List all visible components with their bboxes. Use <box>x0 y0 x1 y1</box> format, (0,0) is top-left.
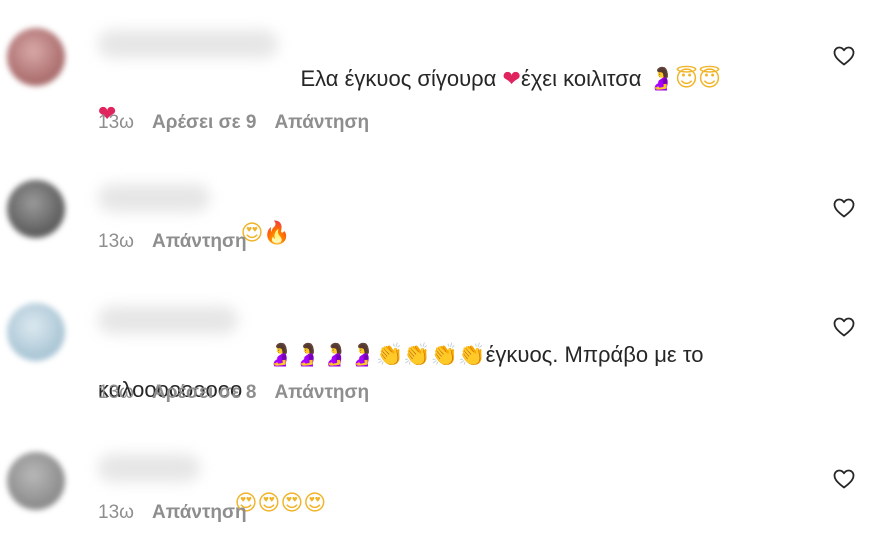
fire-icon: 🔥 <box>263 221 291 246</box>
likes-count-link[interactable]: Αρέσει σε 8 <box>152 382 256 403</box>
smiling-halo-face-icon: 😇 <box>697 67 721 92</box>
heart-outline-icon[interactable] <box>832 467 856 491</box>
heart-outline-icon[interactable] <box>832 196 856 220</box>
smiling-halo-face-icon: 😇 <box>675 67 698 92</box>
avatar[interactable] <box>7 303 65 361</box>
comment-meta: 13ω Απάντηση <box>98 502 265 524</box>
reply-button[interactable]: Απάντηση <box>274 112 369 133</box>
comment-time: 13ω <box>98 231 134 252</box>
comment-meta: 13ω Αρέσει σε 9 Απάντηση <box>98 112 387 134</box>
red-heart-icon: ❤ <box>502 67 521 92</box>
pregnant-woman-icon: 🤰 <box>647 67 676 92</box>
comment-text: Ελα έγκυος σίγουρα ❤έχει κοιλιτσα 🤰😇😇 ❤ <box>98 28 798 166</box>
reply-button[interactable]: Απάντηση <box>152 231 247 252</box>
heart-outline-icon[interactable] <box>832 315 856 339</box>
comment-1: Ελα έγκυος σίγουρα ❤έχει κοιλιτσα 🤰😇😇 ❤ 1… <box>0 0 880 150</box>
comment-time: 13ω <box>98 502 134 523</box>
comment-meta: 13ω Απάντηση <box>98 231 265 253</box>
comment-text-part: έχει κοιλιτσα <box>520 66 648 91</box>
heart-outline-icon[interactable] <box>832 44 856 68</box>
reply-button[interactable]: Απάντηση <box>152 502 247 523</box>
pregnant-woman-icon: 🤰🤰🤰🤰 <box>266 343 377 368</box>
comment-4: 😍😍😍😍 13ω Απάντηση <box>0 420 880 544</box>
comment-2: 😍🔥 13ω Απάντηση <box>0 150 880 270</box>
likes-count-link[interactable]: Αρέσει σε 9 <box>152 112 256 133</box>
reply-button[interactable]: Απάντηση <box>274 382 369 403</box>
comment-time: 13ω <box>98 112 134 133</box>
comment-time: 13ω <box>98 382 134 403</box>
comment-3: 🤰🤰🤰🤰👏👏👏👏έγκυος. Μπράβο με το καλοοοοοοοοο… <box>0 270 880 420</box>
avatar[interactable] <box>7 452 65 510</box>
clapping-hands-icon: 👏👏👏👏 <box>376 343 486 368</box>
avatar[interactable] <box>7 180 65 238</box>
comment-text-part: Ελα έγκυος σίγουρα <box>300 66 503 91</box>
avatar[interactable] <box>7 28 65 86</box>
comment-meta: 13ω Αρέσει σε 8 Απάντηση <box>98 382 387 404</box>
comment-text-part: έγκυος. Μπράβο με το <box>485 342 704 367</box>
